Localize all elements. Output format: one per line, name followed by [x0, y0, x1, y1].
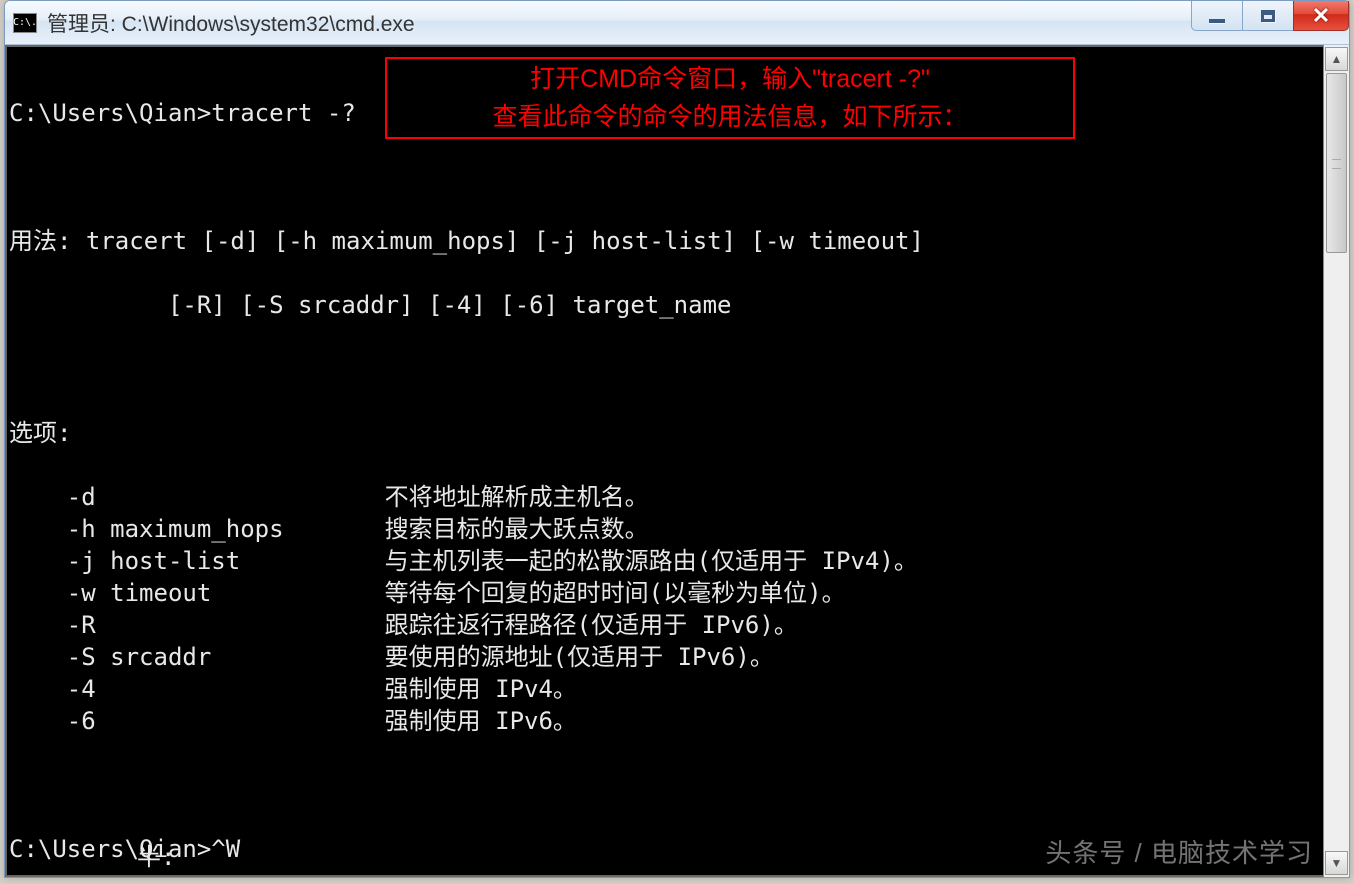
annotation-line-2: 查看此命令的命令的用法信息，如下所示：: [492, 98, 967, 136]
blank-line: [9, 353, 1323, 385]
option-row: -4 强制使用 IPv4。: [9, 673, 1323, 705]
annotation-line-1: 打开CMD命令窗口，输入"tracert -?": [530, 60, 930, 98]
scroll-up-button[interactable]: ▲: [1325, 47, 1348, 71]
option-row: -h maximum_hops 搜索目标的最大跃点数。: [9, 513, 1323, 545]
minimize-icon: [1209, 19, 1225, 23]
partial-bottom-line: 半:: [7, 841, 176, 873]
option-row: -6 强制使用 IPv6。: [9, 705, 1323, 737]
maximize-button[interactable]: [1242, 1, 1294, 31]
cmd-icon: C:\.: [13, 13, 37, 33]
scroll-down-button[interactable]: ▼: [1325, 851, 1348, 875]
watermark: 头条号 / 电脑技术学习: [1045, 837, 1313, 869]
minimize-button[interactable]: [1191, 1, 1243, 31]
window-title: 管理员: C:\Windows\system32\cmd.exe: [47, 8, 415, 38]
option-row: -R 跟踪往返行程路径(仅适用于 IPv6)。: [9, 609, 1323, 641]
cmd-window: C:\. 管理员: C:\Windows\system32\cmd.exe ✕ …: [4, 0, 1350, 878]
console-output[interactable]: C:\Users\Qian>tracert -? 用法: tracert [-d…: [5, 45, 1323, 877]
blank-line: [9, 769, 1323, 801]
usage-line-1: 用法: tracert [-d] [-h maximum_hops] [-j h…: [9, 225, 1323, 257]
options-label: 选项:: [9, 417, 1323, 449]
window-controls: ✕: [1192, 1, 1349, 31]
client-area: C:\Users\Qian>tracert -? 用法: tracert [-d…: [5, 45, 1349, 877]
close-button[interactable]: ✕: [1293, 1, 1349, 31]
option-row: -j host-list 与主机列表一起的松散源路由(仅适用于 IPv4)。: [9, 545, 1323, 577]
titlebar[interactable]: C:\. 管理员: C:\Windows\system32\cmd.exe ✕: [5, 1, 1349, 45]
maximize-icon: [1261, 10, 1275, 22]
blank-line: [9, 161, 1323, 193]
scroll-thumb[interactable]: [1326, 73, 1347, 253]
option-row: -w timeout 等待每个回复的超时时间(以毫秒为单位)。: [9, 577, 1323, 609]
options-list: -d 不将地址解析成主机名。 -h maximum_hops 搜索目标的最大跃点…: [9, 481, 1323, 737]
close-icon: ✕: [1312, 5, 1330, 27]
usage-line-2: [-R] [-S srcaddr] [-4] [-6] target_name: [9, 289, 1323, 321]
vertical-scrollbar[interactable]: ▲ ▼: [1323, 45, 1349, 877]
option-row: -S srcaddr 要使用的源地址(仅适用于 IPv6)。: [9, 641, 1323, 673]
annotation-box: 打开CMD命令窗口，输入"tracert -?" 查看此命令的命令的用法信息，如…: [385, 57, 1075, 139]
option-row: -d 不将地址解析成主机名。: [9, 481, 1323, 513]
